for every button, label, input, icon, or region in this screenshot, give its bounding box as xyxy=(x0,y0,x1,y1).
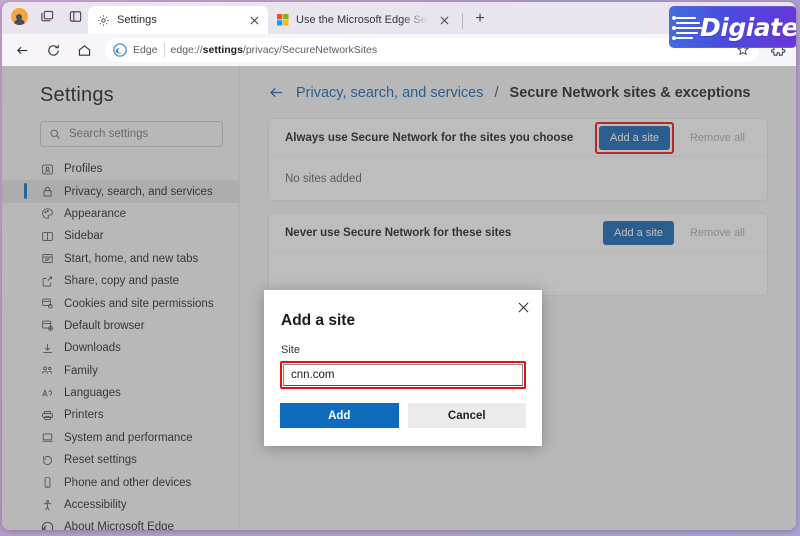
close-icon[interactable] xyxy=(436,12,452,28)
address-bar[interactable]: Edge edge://settings/privacy/SecureNetwo… xyxy=(105,38,759,62)
back-button[interactable] xyxy=(8,37,36,63)
dialog-add-button[interactable]: Add xyxy=(280,403,399,428)
tab-settings[interactable]: Settings xyxy=(88,6,268,34)
logo-wordmark: Digiatech xyxy=(700,12,796,42)
circuit-icon xyxy=(670,7,704,47)
home-button[interactable] xyxy=(70,37,98,63)
site-input[interactable] xyxy=(283,364,523,386)
dialog-actions: Add Cancel xyxy=(280,403,526,428)
omnibox-brand-label: Edge xyxy=(133,44,158,56)
browser-window: Settings Use the Microsoft Edge Secure N xyxy=(2,2,796,530)
tab-divider xyxy=(462,13,463,29)
tab-search-icon[interactable] xyxy=(34,5,60,29)
address-toolbar: Edge edge://settings/privacy/SecureNetwo… xyxy=(2,6,796,66)
profile-avatar-button[interactable] xyxy=(6,5,32,29)
gear-icon xyxy=(97,14,110,27)
close-icon[interactable] xyxy=(514,298,532,316)
tab-edge-secure-network[interactable]: Use the Microsoft Edge Secure N xyxy=(268,6,458,34)
url-text: edge://settings/privacy/SecureNetworkSit… xyxy=(170,44,378,56)
split-screen-icon[interactable] xyxy=(62,5,88,29)
settings-page: Settings ProfilesPrivacy, search, and se… xyxy=(2,66,796,530)
add-a-site-dialog: Add a site Site Add Cancel xyxy=(264,290,542,446)
microsoft-icon xyxy=(277,14,289,26)
site-field-label: Site xyxy=(281,344,300,356)
desktop-background: Settings Use the Microsoft Edge Secure N xyxy=(0,0,800,536)
tab-title: Use the Microsoft Edge Secure N xyxy=(296,14,429,26)
new-tab-button[interactable]: + xyxy=(467,6,493,32)
edge-icon xyxy=(113,43,127,57)
refresh-button[interactable] xyxy=(39,37,67,63)
digiatech-logo: Digiatech xyxy=(669,6,796,48)
avatar xyxy=(10,8,28,25)
dialog-cancel-button[interactable]: Cancel xyxy=(407,403,526,428)
tab-title: Settings xyxy=(117,14,157,26)
tabstrip-left-icons xyxy=(6,2,88,34)
site-input-highlight xyxy=(280,361,526,389)
dialog-title: Add a site xyxy=(281,312,356,329)
close-icon[interactable] xyxy=(246,12,262,28)
omnibox-divider xyxy=(163,43,165,57)
